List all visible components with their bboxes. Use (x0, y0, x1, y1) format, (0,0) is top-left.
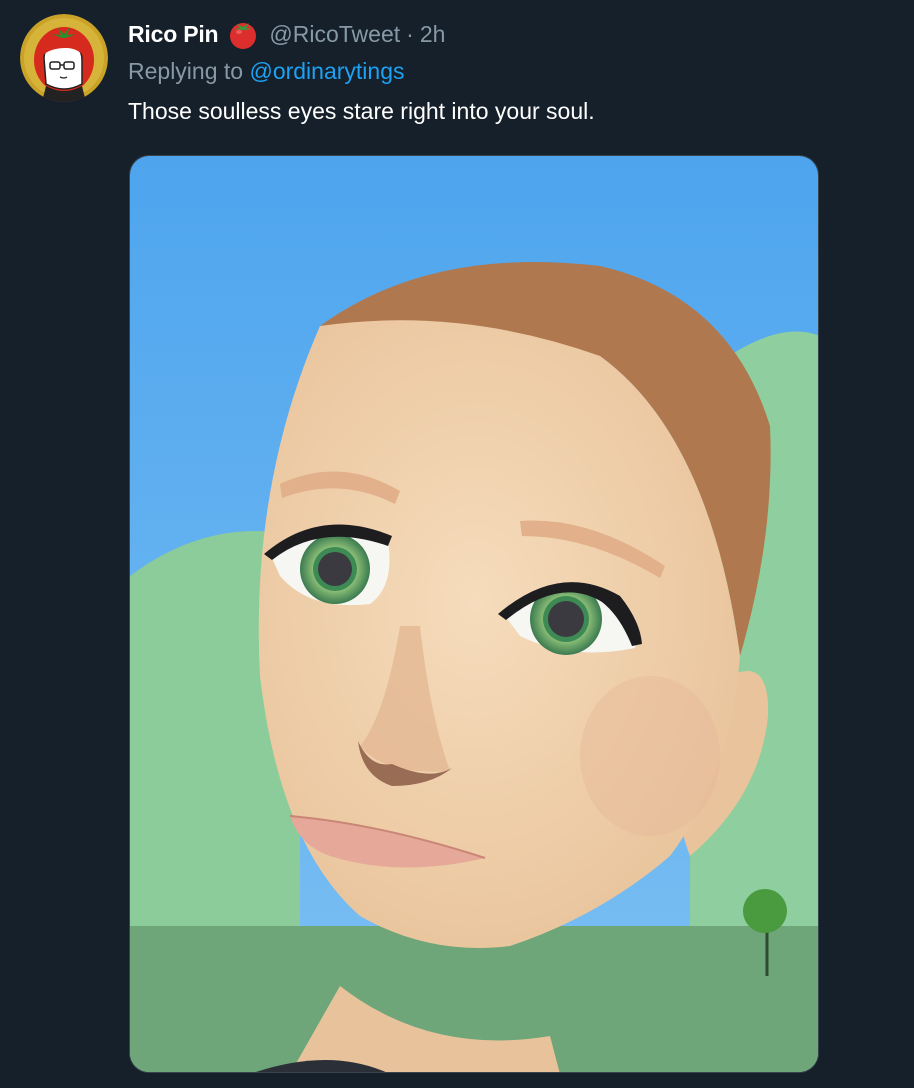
tweet[interactable]: Rico Pin @RicoTweet · 2h Replying to @or… (0, 0, 914, 1088)
replying-to-line: Replying to @ordinarytings (128, 58, 405, 85)
tweet-media-image[interactable] (129, 155, 819, 1073)
user-handle[interactable]: @RicoTweet (269, 21, 400, 48)
tweet-text: Those soulless eyes stare right into you… (128, 98, 595, 124)
profile-avatar[interactable] (20, 14, 108, 102)
timestamp[interactable]: 2h (420, 21, 446, 48)
avatar-image (20, 14, 108, 102)
tomato-icon (226, 17, 260, 51)
separator-dot: · (406, 20, 414, 47)
tweet-header: Rico Pin @RicoTweet · 2h (128, 17, 445, 51)
display-name[interactable]: Rico Pin (128, 21, 219, 48)
avatar-face-image (130, 156, 818, 1072)
replying-to-prefix: Replying to (128, 58, 250, 84)
replying-to-mention[interactable]: @ordinarytings (249, 58, 404, 84)
